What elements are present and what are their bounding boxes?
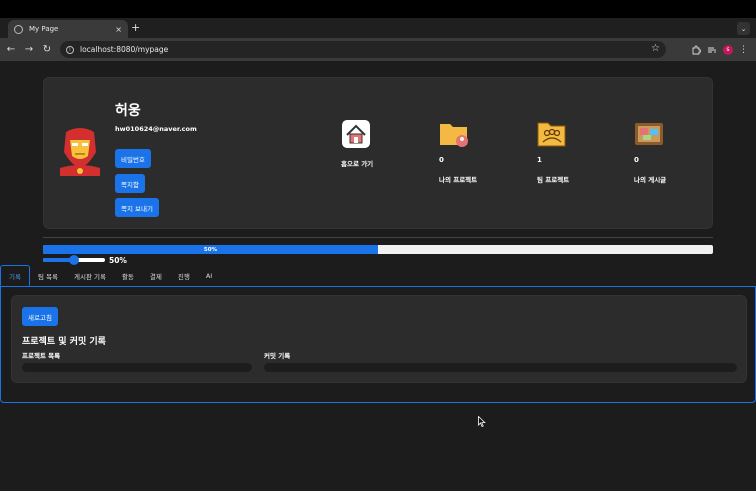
my-projects-count: 0 [439,156,444,164]
profile-card: 허웅 hw010624@naver.com 비밀번호 쪽지함 쪽지 보내기 홈으… [43,77,713,229]
project-list-box [22,363,252,372]
ironman-avatar-icon [60,128,100,176]
home-label: 홈으로 가기 [341,160,374,168]
slider-value: 50% [109,255,127,265]
new-tab-button[interactable]: + [131,21,140,34]
divider [43,237,713,238]
slider-thumb[interactable] [69,255,79,265]
user-name: 허웅 [115,103,141,119]
address-bar[interactable]: i localhost:8080/mypage ☆ [60,41,666,58]
bulletin-board-icon [635,123,663,145]
mouse-cursor-icon [478,415,486,430]
tab-item[interactable]: 활동 [114,265,142,286]
progress-bar: 50% [43,245,713,254]
globe-icon [14,24,23,34]
refresh-button[interactable]: 새로고침 [22,307,58,326]
browser-tab[interactable]: My Page × [8,20,128,38]
tab-item[interactable]: 게시판 기록 [66,265,114,286]
tab-item[interactable]: 팀 목록 [30,265,66,286]
my-projects-stat[interactable]: 0 나의 프로젝트 [439,120,499,184]
folder-user-icon [440,124,468,147]
bookmark-star-icon[interactable]: ☆ [651,43,660,54]
section-title: 프로젝트 및 커밋 기록 [22,337,106,347]
folder-team-icon [537,122,566,147]
message-box-button[interactable]: 쪽지함 [115,174,145,193]
password-button[interactable]: 비밀번호 [115,149,151,168]
window-top-bar [0,0,756,18]
tab-item[interactable]: AI [198,265,220,286]
url-text: localhost:8080/mypage [80,45,169,54]
team-projects-label: 팀 프로젝트 [537,176,570,184]
my-posts-stat[interactable]: 0 나의 게시글 [634,120,694,184]
toolbar-actions: s ⋮ [691,38,756,61]
commit-log-label: 커밋 기록 [264,352,291,360]
tab-item[interactable]: 결제 [142,265,170,286]
tab-item[interactable]: 기록 [0,265,30,286]
commit-log-box [264,363,737,372]
project-list-label: 프로젝트 목록 [22,352,61,360]
user-email: hw010624@naver.com [115,125,197,133]
team-projects-stat[interactable]: 1 팀 프로젝트 [537,120,597,184]
more-menu-icon[interactable]: ⋮ [739,45,748,55]
extensions-icon[interactable] [691,45,701,55]
page-body: 허웅 hw010624@naver.com 비밀번호 쪽지함 쪽지 보내기 홈으… [0,61,756,491]
my-posts-label: 나의 게시글 [634,176,667,184]
tab-search-button[interactable]: ⌄ [737,22,750,35]
back-button[interactable]: ← [2,44,20,55]
profile-avatar[interactable]: s [723,44,733,55]
team-projects-count: 1 [537,156,542,164]
progress-fill: 50% [43,245,378,254]
tab-close-icon[interactable]: × [115,25,122,34]
slider-track[interactable] [43,255,105,265]
site-info-icon[interactable]: i [66,45,74,54]
my-projects-label: 나의 프로젝트 [439,176,478,184]
records-panel: 새로고침 프로젝트 및 커밋 기록 프로젝트 목록 커밋 기록 [11,295,747,383]
my-posts-count: 0 [634,156,639,164]
forward-button[interactable]: → [20,44,38,55]
tab-item[interactable]: 진행 [170,265,198,286]
home-link[interactable]: 홈으로 가기 [341,120,401,168]
send-message-button[interactable]: 쪽지 보내기 [115,198,159,217]
page-tabs: 기록 팀 목록 게시판 기록 활동 결제 진행 AI [0,265,756,287]
reload-button[interactable]: ↻ [38,44,56,55]
tab-title: My Page [29,25,59,33]
home-icon [342,120,370,148]
media-queue-icon[interactable] [707,45,717,55]
tab-content: 새로고침 프로젝트 및 커밋 기록 프로젝트 목록 커밋 기록 [0,287,756,403]
